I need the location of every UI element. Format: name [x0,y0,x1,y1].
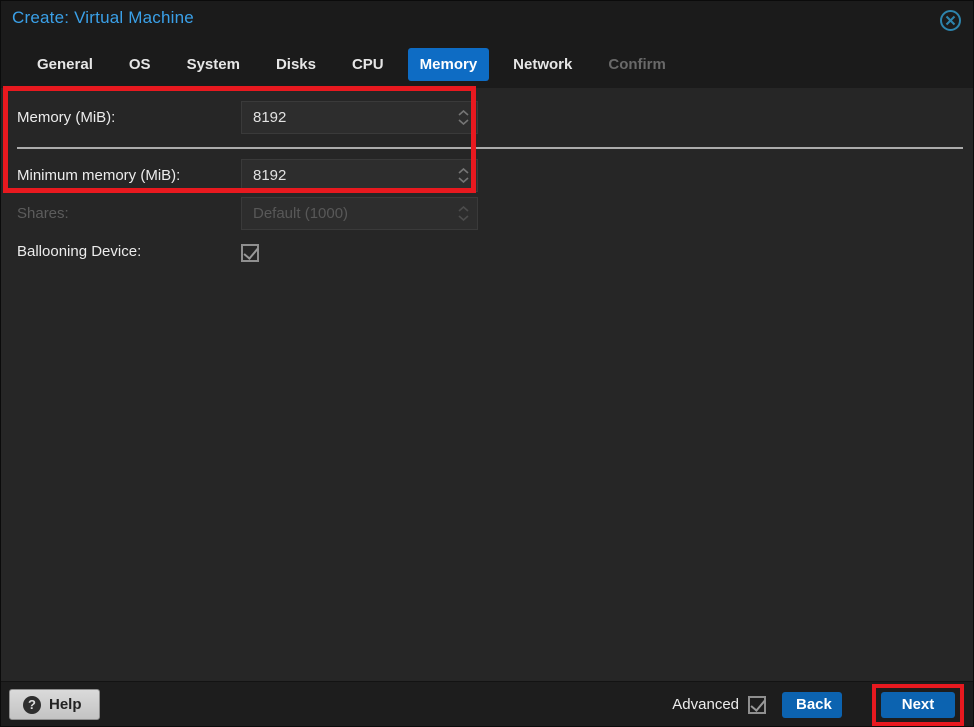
question-icon: ? [23,695,41,714]
highlight-rect-next: Next [872,683,964,726]
dialog-header: Create: Virtual Machine General OS Syste… [1,1,973,88]
advanced-label: Advanced [672,696,739,713]
shares-field [241,197,478,230]
chevron-down-icon [457,177,469,183]
chevron-up-icon [457,206,469,212]
tab-disks[interactable]: Disks [264,48,328,81]
memory-input[interactable] [242,102,449,133]
tab-os[interactable]: OS [117,48,163,81]
min-memory-input[interactable] [242,160,449,191]
chevron-down-icon [457,119,469,125]
tab-system[interactable]: System [175,48,252,81]
memory-field [241,101,478,134]
tab-confirm: Confirm [608,56,666,73]
field-separator [17,147,963,149]
back-button[interactable]: Back [782,691,842,718]
memory-spinner[interactable] [449,102,477,133]
shares-input [242,198,449,229]
memory-label: Memory (MiB): [17,109,116,126]
advanced-checkbox[interactable] [748,695,766,714]
tab-memory[interactable]: Memory [407,48,490,81]
close-icon[interactable] [939,9,962,32]
ballooning-checkbox[interactable] [241,244,259,262]
shares-spinner [449,198,477,229]
dialog-title: Create: Virtual Machine [12,8,194,27]
footer-actions: Advanced Back Next [672,682,964,726]
ballooning-label: Ballooning Device: [17,243,142,260]
memory-tab-panel: Memory (MiB): Minimum memory (MiB): Shar… [1,88,973,681]
min-memory-spinner[interactable] [449,160,477,191]
chevron-down-icon [457,215,469,221]
tab-cpu[interactable]: CPU [340,48,396,81]
help-button-label: Help [49,696,82,713]
chevron-up-icon [457,110,469,116]
min-memory-label: Minimum memory (MiB): [17,167,181,184]
chevron-up-icon [457,168,469,174]
create-vm-dialog: Create: Virtual Machine General OS Syste… [0,0,974,727]
min-memory-field [241,159,478,192]
dialog-footer: ? Help Advanced Back Next [1,681,973,726]
tab-general[interactable]: General [25,48,105,81]
tab-network[interactable]: Network [501,48,584,81]
next-button[interactable]: Next [881,691,955,718]
wizard-tab-bar: General OS System Disks CPU Memory Netwo… [25,48,678,81]
help-button[interactable]: ? Help [9,689,100,720]
shares-label: Shares: [17,205,69,222]
